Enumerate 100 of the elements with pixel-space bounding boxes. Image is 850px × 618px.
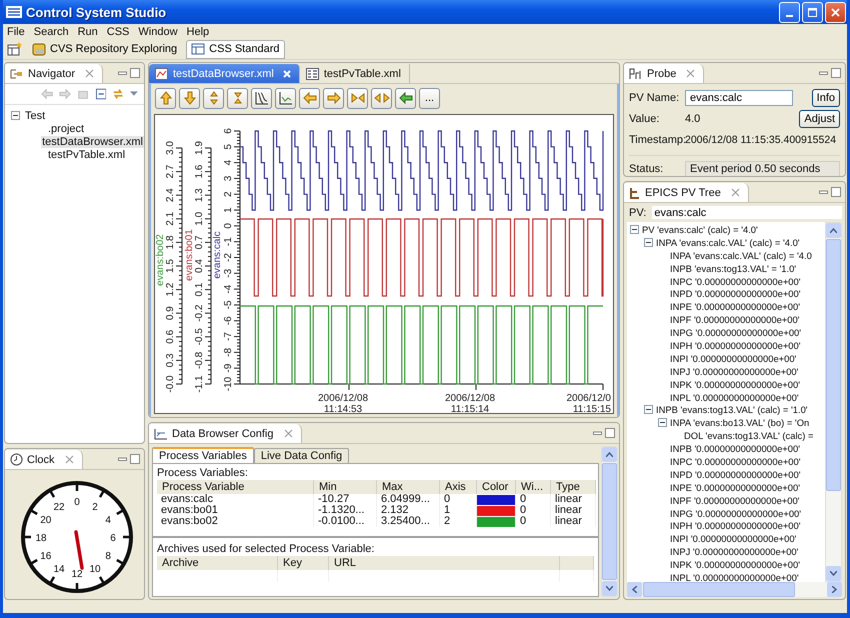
tree-item[interactable]: INPL '0.00000000000000e+00' xyxy=(670,392,799,403)
column-header[interactable]: Wi... xyxy=(516,480,550,494)
editor-tab[interactable]: testDataBrowser.xml xyxy=(149,64,300,83)
close-icon[interactable] xyxy=(64,455,74,464)
column-header[interactable]: Key xyxy=(278,556,328,570)
perspective-tab[interactable]: CVS Repository Exploring xyxy=(27,40,182,58)
tree-toggle[interactable] xyxy=(658,418,667,428)
tree-item[interactable]: INPL '0.00000000000000e+00' xyxy=(670,572,799,582)
tree-toggle[interactable] xyxy=(11,111,20,120)
maximize-icon[interactable] xyxy=(605,428,615,438)
tree-item[interactable]: INPB '0.00000000000000e+00' xyxy=(670,443,800,454)
zoom-time-out-button[interactable] xyxy=(371,88,392,108)
view-tab[interactable]: Navigator xyxy=(5,64,104,83)
column-header[interactable]: Min xyxy=(314,480,376,494)
tree-item[interactable]: DOL 'evans:tog13.VAL' (calc) = xyxy=(684,430,814,442)
view-tab[interactable]: Probe xyxy=(624,64,704,83)
tree-item[interactable]: INPH '0.00000000000000e+00' xyxy=(670,520,801,532)
tree-item[interactable]: INPI '0.00000000000000e+00' xyxy=(670,352,796,364)
tree-item[interactable]: INPB 'evans:tog13.VAL' = '1.0' xyxy=(670,262,796,274)
view-menu-icon[interactable] xyxy=(130,91,138,97)
column-header[interactable]: Color xyxy=(476,480,516,494)
minimize-icon[interactable] xyxy=(819,188,828,196)
menu-item[interactable]: Window xyxy=(138,26,178,38)
vertical-scrollbar[interactable] xyxy=(825,222,842,582)
tree-item[interactable]: INPD '0.00000000000000e+00' xyxy=(670,468,801,480)
link-icon[interactable] xyxy=(112,87,124,101)
tree-item[interactable]: PV 'evans:calc' (calc) = '4.0' xyxy=(642,224,758,235)
tree-toggle[interactable] xyxy=(630,224,639,234)
close-icon[interactable] xyxy=(284,429,292,438)
maximize-icon[interactable] xyxy=(831,68,841,78)
tree-item[interactable]: testDataBrowser.xml xyxy=(41,136,144,148)
tree-item[interactable]: INPC '0.00000000000000e+00' xyxy=(670,276,801,286)
tree-item[interactable]: INPF '0.00000000000000e+00' xyxy=(670,314,800,326)
tree-item[interactable]: INPC '0.00000000000000e+00' xyxy=(670,456,801,467)
tree-item[interactable]: INPH '0.00000000000000e+00' xyxy=(670,340,801,351)
tree-item[interactable]: INPA 'evans:bo13.VAL' (bo) = 'On xyxy=(670,417,810,428)
scroll-up-button[interactable] xyxy=(155,88,176,108)
tree-item[interactable]: INPJ '0.00000000000000e+00' xyxy=(670,366,798,377)
back-button[interactable] xyxy=(395,88,416,108)
scrollbar-thumb[interactable] xyxy=(602,463,617,580)
zoom-time-in-button[interactable] xyxy=(347,88,368,108)
pv-name-field[interactable]: evans:calc xyxy=(685,90,793,106)
close-icon[interactable] xyxy=(686,69,696,78)
column-header[interactable]: URL xyxy=(328,556,560,570)
tree-item[interactable]: INPG '0.00000000000000e+00' xyxy=(670,508,802,519)
scroll-down-button[interactable] xyxy=(179,88,200,108)
minimize-button[interactable] xyxy=(779,2,800,22)
more-button[interactable]: ... xyxy=(419,88,440,108)
tree-item[interactable]: Test xyxy=(24,110,46,122)
vertical-scrollbar[interactable] xyxy=(601,446,618,597)
horizontal-scrollbar[interactable] xyxy=(627,582,842,597)
menu-item[interactable]: Run xyxy=(78,26,98,38)
menu-item[interactable]: File xyxy=(7,26,25,38)
scrollbar-thumb[interactable] xyxy=(826,239,841,491)
view-tab[interactable]: EPICS PV Tree xyxy=(624,183,749,202)
minimize-icon[interactable] xyxy=(118,68,127,78)
tree-item[interactable]: INPE '0.00000000000000e+00' xyxy=(670,301,800,312)
tree-item[interactable]: INPJ '0.00000000000000e+00' xyxy=(670,546,798,558)
pan-right-button[interactable] xyxy=(323,88,344,108)
close-icon[interactable] xyxy=(85,69,94,78)
scrollbar-thumb[interactable] xyxy=(643,582,795,597)
view-tab[interactable]: Data Browser Config xyxy=(149,424,302,443)
tree-item[interactable]: testPvTable.xml xyxy=(47,148,126,160)
adjust-button[interactable]: Adjust xyxy=(799,110,840,128)
tree-toggle[interactable] xyxy=(644,405,653,414)
tree-item[interactable]: INPK '0.00000000000000e+00' xyxy=(670,559,800,570)
pv-field[interactable]: evans:calc xyxy=(652,206,842,219)
menu-item[interactable]: Help xyxy=(186,26,210,38)
menu-item[interactable]: Search xyxy=(34,26,69,38)
maximize-icon[interactable] xyxy=(130,454,140,464)
menu-item[interactable]: CSS xyxy=(106,26,130,38)
tree-item[interactable]: INPE '0.00000000000000e+00' xyxy=(670,482,800,493)
column-header[interactable]: Archive xyxy=(157,556,278,570)
editor-tab[interactable]: testPvTable.xml xyxy=(300,64,410,83)
tree-item[interactable]: INPG '0.00000000000000e+00' xyxy=(670,327,802,338)
tree-item[interactable]: INPF '0.00000000000000e+00' xyxy=(670,494,800,506)
info-button[interactable]: Info xyxy=(812,88,840,106)
settings-tab[interactable]: Live Data Config xyxy=(254,448,350,463)
tree-item[interactable]: INPA 'evans:calc.VAL' (calc) = '4.0' xyxy=(656,236,800,248)
collapse-all-icon[interactable] xyxy=(96,88,106,100)
tree-item[interactable]: INPK '0.00000000000000e+00' xyxy=(670,378,800,390)
column-header[interactable]: Max xyxy=(376,480,440,494)
open-perspective-icon[interactable] xyxy=(7,42,23,56)
perspective-tab[interactable]: CSS Standard xyxy=(186,40,284,58)
tree-item[interactable]: INPD '0.00000000000000e+00' xyxy=(670,288,801,300)
chart-button[interactable] xyxy=(275,88,296,108)
tree-toggle[interactable] xyxy=(644,238,653,247)
view-tab[interactable]: Clock xyxy=(5,450,83,469)
close-button[interactable] xyxy=(825,2,846,22)
minimize-icon[interactable] xyxy=(819,68,828,78)
settings-tab[interactable]: Process Variables xyxy=(152,447,254,463)
column-header[interactable]: Process Variable xyxy=(157,480,314,494)
tree-item[interactable]: INPA 'evans:calc.VAL' (calc) = '4.0 xyxy=(670,250,812,261)
pan-left-button[interactable] xyxy=(299,88,320,108)
minimize-icon[interactable] xyxy=(593,428,602,438)
tree-item[interactable]: INPB 'evans:tog13.VAL' (calc) = '1.0' xyxy=(656,404,808,416)
close-icon[interactable] xyxy=(730,188,740,197)
tree-item[interactable]: .project xyxy=(47,122,86,134)
autoscale-button[interactable] xyxy=(251,88,272,108)
maximize-button[interactable] xyxy=(802,2,823,22)
